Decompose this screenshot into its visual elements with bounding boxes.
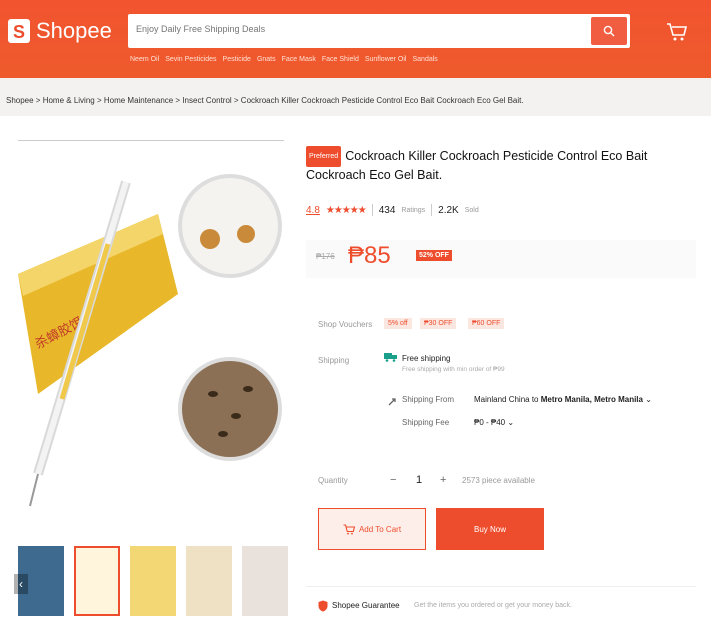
product-image[interactable]: 杀蟑胶饵 xyxy=(18,144,290,536)
voucher-chip[interactable]: ₱60 OFF xyxy=(468,318,505,329)
keyword-link[interactable]: Sandals xyxy=(412,56,437,63)
rating-row: 4.8 ★★★★★ 434 Ratings 2.2K Sold xyxy=(306,204,479,216)
buy-now-button[interactable]: Buy Now xyxy=(436,508,544,550)
guarantee-title[interactable]: Shopee Guarantee xyxy=(332,601,400,610)
chevron-down-icon: ⌄ xyxy=(507,418,515,427)
buy-now-label: Buy Now xyxy=(473,524,506,534)
quantity-increase-button[interactable]: + xyxy=(440,474,446,486)
shield-icon xyxy=(318,600,328,612)
thumbnail-image[interactable] xyxy=(130,546,176,616)
logo-text: Shopee xyxy=(36,18,112,43)
keyword-link[interactable]: Gnats xyxy=(257,56,276,63)
keyword-link[interactable]: Pesticide xyxy=(223,56,251,63)
cart-button[interactable] xyxy=(666,22,688,47)
thumbnail-image[interactable] xyxy=(186,546,232,616)
shipping-fee-value: ₱0 - ₱40 xyxy=(474,418,506,427)
shipping-label: Shipping xyxy=(318,356,350,365)
ratings-count[interactable]: 434 xyxy=(379,205,396,216)
truck-icon xyxy=(384,353,397,362)
search-bar xyxy=(128,14,630,48)
top-header: S Shopee Neem Oil Sevin Pesticides Pesti… xyxy=(0,0,711,78)
search-input[interactable] xyxy=(134,23,578,35)
guarantee-text: Get the items you ordered or get your mo… xyxy=(414,602,572,609)
current-price: ₱85 xyxy=(348,242,391,269)
thumbnail-strip xyxy=(18,546,288,616)
shipping-from-label: Shipping From xyxy=(402,395,455,404)
discount-badge: 52% OFF xyxy=(416,250,452,261)
keyword-link[interactable]: Face Shield xyxy=(322,56,359,63)
shipping-destination[interactable]: Metro Manila, Metro Manila xyxy=(541,395,643,404)
product-panel: 杀蟑胶饵 ‹ Preferred Cockroach Killer Cockroa… xyxy=(0,116,711,617)
divider xyxy=(18,140,284,141)
quantity-decrease-button[interactable]: − xyxy=(390,474,396,486)
product-title-text: Cockroach Killer Cockroach Pesticide Con… xyxy=(306,148,648,182)
chevron-down-icon[interactable]: ⌄ xyxy=(645,395,652,404)
rating-stars: ★★★★★ xyxy=(325,204,367,216)
price-box: ₱176 ₱85 52% OFF xyxy=(306,240,696,278)
shipping-origin: Mainland China to Metro Manila, Metro Ma… xyxy=(474,395,652,404)
keyword-link[interactable]: Face Mask xyxy=(282,56,316,63)
add-to-cart-label: Add To Cart xyxy=(358,524,402,534)
sold-label: Sold xyxy=(464,206,479,214)
shipping-fee[interactable]: ₱0 - ₱40 ⌄ xyxy=(474,418,514,427)
thumbnail-image[interactable] xyxy=(74,546,120,616)
search-icon xyxy=(603,25,615,37)
thumbnail-image[interactable] xyxy=(242,546,288,616)
shopee-logo[interactable]: S Shopee xyxy=(8,18,112,44)
keyword-link[interactable]: Sunflower Oil xyxy=(365,56,407,63)
ratings-label: Ratings xyxy=(401,206,426,214)
quantity-input[interactable]: 1 xyxy=(416,474,422,486)
divider xyxy=(431,204,433,216)
keyword-link[interactable]: Sevin Pesticides xyxy=(165,56,216,63)
thumbnail-prev-button[interactable]: ‹ xyxy=(14,574,28,594)
voucher-chip[interactable]: ₱30 OFF xyxy=(420,318,457,329)
stock-available: 2573 piece available xyxy=(462,476,535,485)
vouchers-label: Shop Vouchers xyxy=(318,320,373,329)
shipping-to-word: to xyxy=(531,395,539,404)
voucher-chip[interactable]: 5% off xyxy=(384,318,412,329)
search-button[interactable] xyxy=(591,17,627,45)
divider xyxy=(371,204,373,216)
breadcrumb[interactable]: Shopee > Home & Living > Home Maintenanc… xyxy=(6,96,524,105)
keyword-link[interactable]: Neem Oil xyxy=(130,56,159,63)
add-to-cart-button[interactable]: Add To Cart xyxy=(318,508,426,550)
product-title: Preferred Cockroach Killer Cockroach Pest… xyxy=(306,146,696,184)
shopping-bag-icon: S xyxy=(8,19,30,43)
preferred-badge: Preferred xyxy=(306,146,342,167)
cart-icon xyxy=(667,23,688,41)
divider xyxy=(306,586,696,587)
sold-count: 2.2K xyxy=(438,204,459,216)
free-shipping-note: Free shipping with min order of ₱99 xyxy=(402,366,505,373)
original-price: ₱176 xyxy=(316,252,335,261)
trending-keywords: Neem Oil Sevin Pesticides Pesticide Gnat… xyxy=(130,56,438,63)
rating-value[interactable]: 4.8 xyxy=(306,205,320,216)
cart-plus-icon xyxy=(343,523,355,534)
quantity-label: Quantity xyxy=(318,476,348,485)
shipping-fee-label: Shipping Fee xyxy=(402,418,450,427)
origin-country: Mainland China xyxy=(474,395,530,404)
location-icon xyxy=(388,398,396,406)
free-shipping-text: Free shipping xyxy=(402,354,451,363)
